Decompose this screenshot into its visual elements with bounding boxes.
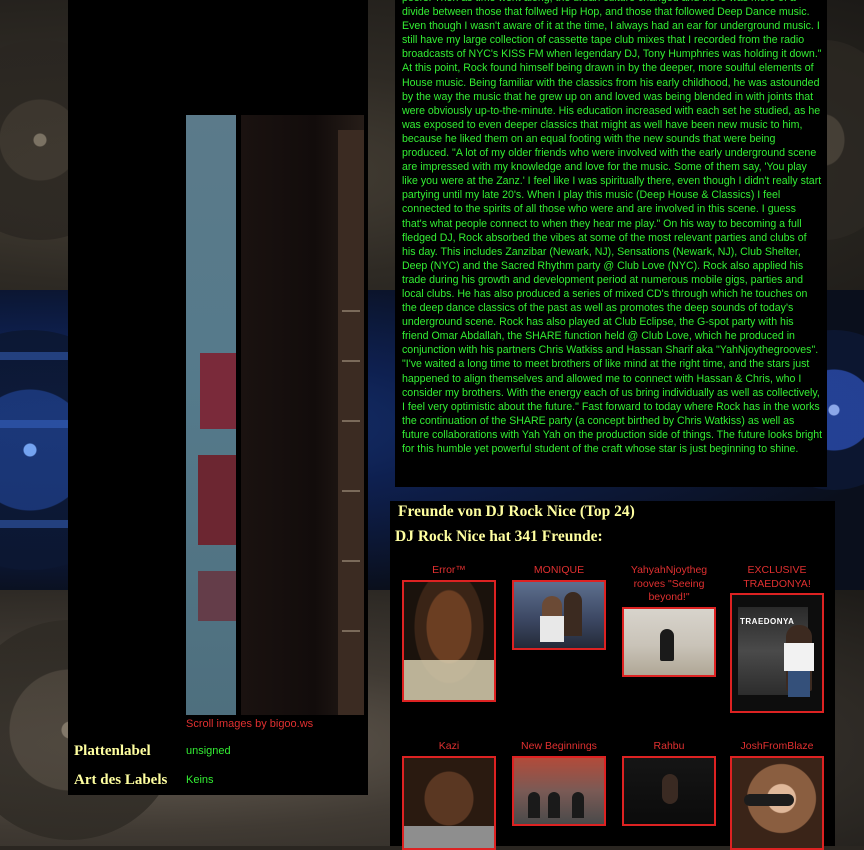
label-type-value: Keins bbox=[186, 774, 214, 786]
friend-card[interactable]: Kazi bbox=[394, 740, 504, 850]
friend-photo[interactable] bbox=[402, 755, 496, 850]
friend-card[interactable]: Error™ bbox=[394, 564, 504, 702]
label-title: Plattenlabel bbox=[74, 743, 151, 759]
friend-card[interactable]: New Beginnings bbox=[504, 740, 614, 826]
friends-count: DJ Rock Nice hat 341 Freunde: bbox=[395, 528, 603, 545]
friend-photo[interactable] bbox=[622, 606, 716, 677]
friend-card[interactable]: JoshFromBlaze bbox=[722, 740, 832, 850]
friend-card[interactable]: Rahbu bbox=[614, 740, 724, 826]
friend-name-link[interactable]: New Beginnings bbox=[504, 740, 614, 754]
friend-photo[interactable] bbox=[512, 579, 606, 650]
friend-name-link[interactable]: JoshFromBlaze bbox=[722, 740, 832, 754]
friend-card[interactable]: MONIQUE bbox=[504, 564, 614, 650]
bio-text: peers. Then as time went along, the urba… bbox=[402, 0, 823, 455]
friend-name-link[interactable]: YahyahNjoytheg rooves "Seeing beyond!" bbox=[614, 564, 724, 605]
friend-photo[interactable] bbox=[622, 755, 716, 826]
image-scroller[interactable] bbox=[186, 115, 364, 715]
friend-name-link[interactable]: MONIQUE bbox=[504, 564, 614, 578]
friend-photo[interactable] bbox=[402, 579, 496, 702]
label-type-title: Art des Labels bbox=[74, 772, 168, 788]
friend-name-link[interactable]: Rahbu bbox=[614, 740, 724, 754]
scroller-image[interactable] bbox=[241, 115, 364, 715]
friend-name-link[interactable]: Error™ bbox=[394, 564, 504, 578]
bio-section: peers. Then as time went along, the urba… bbox=[395, 0, 827, 487]
friend-name-link[interactable]: Kazi bbox=[394, 740, 504, 754]
friend-card[interactable]: EXCLUSIVE TRAEDONYA! TRAEDONYA bbox=[722, 564, 832, 713]
friend-photo[interactable]: TRAEDONYA bbox=[730, 593, 824, 713]
friends-heading: Freunde von DJ Rock Nice (Top 24) bbox=[398, 503, 635, 520]
label-value: unsigned bbox=[186, 745, 231, 757]
friend-card[interactable]: YahyahNjoytheg rooves "Seeing beyond!" bbox=[614, 564, 724, 677]
poster-title: TRAEDONYA bbox=[740, 617, 795, 626]
scroller-credit: Scroll images by bigoo.ws bbox=[186, 718, 313, 730]
friend-photo[interactable] bbox=[512, 755, 606, 826]
scroller-image[interactable] bbox=[186, 115, 236, 715]
scroller-credit-link[interactable]: Scroll images by bigoo.ws bbox=[186, 718, 313, 730]
friend-name-link[interactable]: EXCLUSIVE TRAEDONYA! bbox=[722, 564, 832, 591]
friends-section: Freunde von DJ Rock Nice (Top 24) DJ Roc… bbox=[390, 501, 835, 850]
friend-photo[interactable] bbox=[730, 755, 824, 850]
